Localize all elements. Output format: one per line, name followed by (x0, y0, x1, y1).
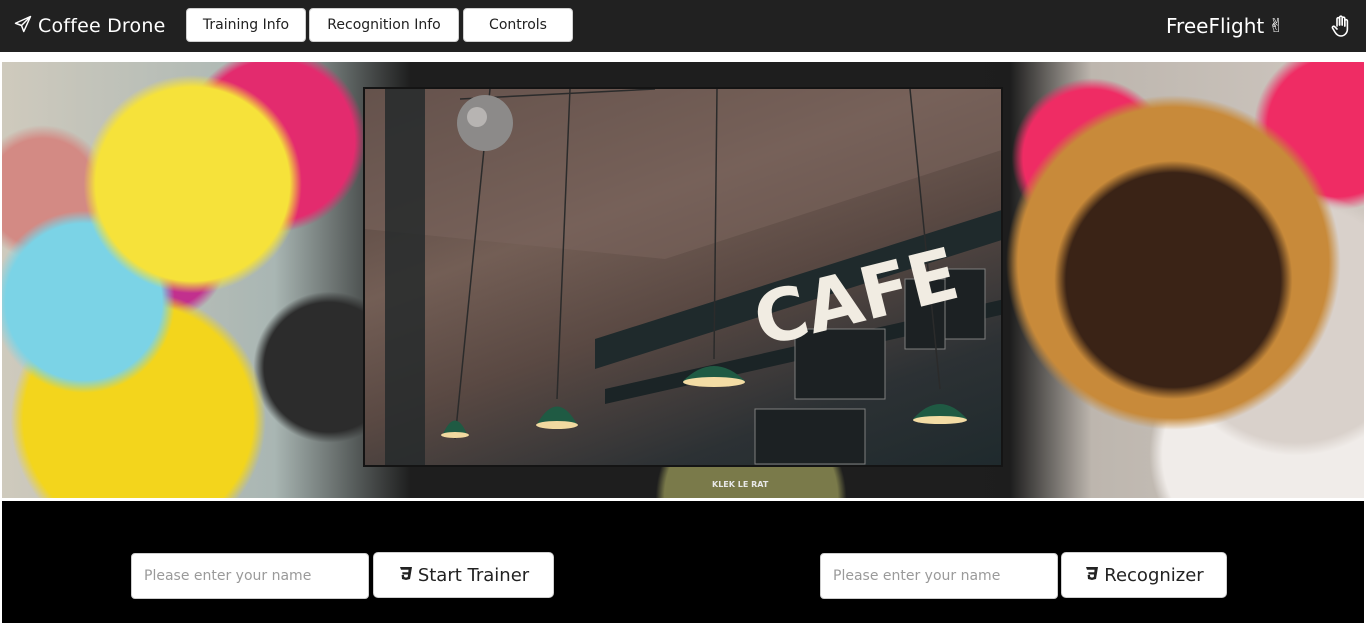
start-trainer-label: Start Trainer (417, 564, 530, 586)
css3-icon (398, 565, 414, 586)
recognizer-name-input[interactable] (820, 553, 1058, 599)
brand-link[interactable]: Coffee Drone (14, 13, 165, 39)
freeflight-link[interactable]: FreeFlight ✌ (1166, 12, 1284, 40)
controls-button[interactable]: Controls (463, 8, 573, 42)
raised-hand-icon[interactable] (1328, 13, 1354, 39)
top-navbar: Coffee Drone Training Info Recognition I… (0, 0, 1366, 52)
css3-icon (1084, 565, 1100, 586)
paper-plane-icon (14, 15, 32, 38)
action-bar: Start Trainer Recognizer (2, 501, 1364, 623)
training-info-button[interactable]: Training Info (186, 8, 306, 42)
trainer-name-input[interactable] (131, 553, 369, 599)
freeflight-label: FreeFlight (1166, 14, 1265, 38)
recognition-info-button[interactable]: Recognition Info (309, 8, 459, 42)
start-trainer-button[interactable]: Start Trainer (373, 552, 554, 598)
recognizer-label: Recognizer (1104, 564, 1204, 586)
cafe-photo: CAFE (363, 87, 1003, 467)
wall-tag-text: KLEK LE RAT (712, 480, 769, 489)
brand-label: Coffee Drone (38, 15, 166, 37)
recognizer-button[interactable]: Recognizer (1061, 552, 1227, 598)
peace-hand-icon: ✌ (1268, 15, 1285, 37)
